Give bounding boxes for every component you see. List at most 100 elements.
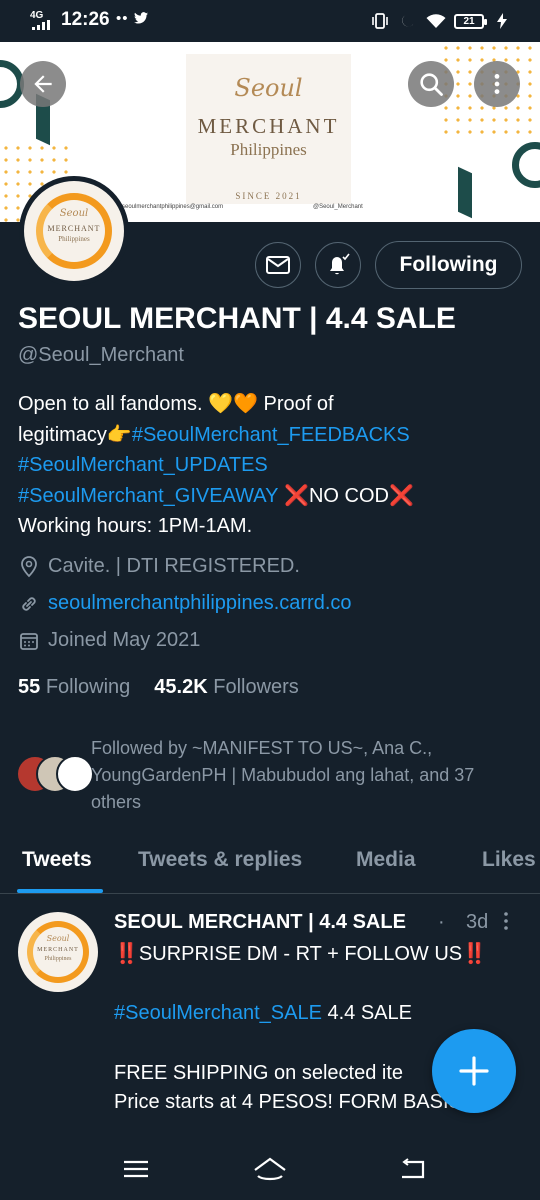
avatar-brand-sub: Philippines bbox=[44, 956, 72, 962]
bio-text: legitimacy bbox=[18, 423, 107, 446]
followed-by[interactable]: Followed by ~MANIFEST TO US~, Ana C., Yo… bbox=[14, 735, 534, 815]
bio-line-5: Working hours: 1PM-1AM. bbox=[18, 515, 253, 537]
message-button[interactable] bbox=[255, 242, 301, 288]
bell-check-icon bbox=[330, 253, 350, 275]
double-exclamation-emoji: ‼️ bbox=[114, 943, 139, 965]
heart-emoji: 💛🧡 bbox=[208, 393, 258, 415]
hashtag-giveaway[interactable]: #SeoulMerchant_GIVEAWAY bbox=[18, 485, 279, 507]
tweet-line-4: Price starts at 4 PESOS! FORM BASIS bbox=[114, 1091, 462, 1113]
link-icon bbox=[18, 593, 40, 615]
tab-likes[interactable]: Likes bbox=[482, 848, 536, 872]
compose-tweet-button[interactable] bbox=[432, 1029, 516, 1113]
following-stat[interactable]: 55 Following bbox=[18, 676, 130, 699]
bio-line-4: #SeoulMerchant_GIVEAWAY ❌NO COD❌ bbox=[18, 481, 518, 512]
home-button[interactable] bbox=[250, 1151, 290, 1187]
menu-icon bbox=[124, 1160, 148, 1178]
banner-brand-sub: Philippines bbox=[230, 140, 307, 159]
home-icon bbox=[254, 1157, 286, 1181]
banner-logo: Seoul MERCHANT Philippines SINCE 2021 bbox=[186, 54, 351, 204]
twitter-bird-icon bbox=[133, 12, 148, 24]
mail-icon bbox=[266, 256, 290, 274]
tweet-separator: · bbox=[438, 911, 445, 933]
avatar-brand-main: MERCHANT bbox=[47, 224, 101, 233]
tweet-line-3: FREE SHIPPING on selected ite bbox=[114, 1062, 404, 1084]
followed-by-text: Followed by ~MANIFEST TO US~, Ana C., Yo… bbox=[91, 738, 475, 812]
profile-handle: @Seoul_Merchant bbox=[18, 344, 184, 366]
tweet-text: SURPRISE DM - RT + FOLLOW US bbox=[138, 943, 463, 965]
notification-icons: •• bbox=[116, 10, 148, 27]
charging-icon bbox=[492, 11, 512, 31]
profile-tabs: Tweets Tweets & replies Media Likes bbox=[0, 838, 540, 894]
status-time: 12:26 bbox=[61, 9, 110, 30]
status-bar: 4G 12:26 •• 21 bbox=[0, 0, 540, 42]
follower-avatar bbox=[56, 755, 94, 793]
battery-icon: 21 bbox=[454, 13, 487, 29]
banner-handle: @Seoul_Merchant bbox=[313, 204, 363, 210]
back-nav-button[interactable] bbox=[392, 1151, 432, 1187]
tab-tweets-replies[interactable]: Tweets & replies bbox=[138, 848, 302, 872]
following-label: Following bbox=[45, 676, 131, 698]
banner-brand-script: Seoul bbox=[234, 74, 303, 102]
hashtag-feedbacks[interactable]: #SeoulMerchant_FEEDBACKS bbox=[132, 424, 410, 446]
followers-label: Followers bbox=[213, 676, 299, 698]
profile-joined: Joined May 2021 bbox=[18, 629, 200, 652]
more-vertical-icon bbox=[504, 912, 508, 930]
system-nav-bar bbox=[0, 1135, 540, 1200]
more-options-button[interactable] bbox=[474, 61, 520, 107]
hashtag-sale[interactable]: #SeoulMerchant_SALE bbox=[114, 1002, 322, 1024]
active-tab-indicator bbox=[17, 889, 103, 893]
tweet-line-1: ‼️SURPRISE DM - RT + FOLLOW US‼️ bbox=[114, 941, 487, 966]
profile-stats: 55 Following 45.2K Followers bbox=[18, 676, 299, 699]
wifi-icon bbox=[426, 11, 446, 31]
tweet-more-button[interactable] bbox=[502, 911, 510, 937]
tab-media[interactable]: Media bbox=[356, 848, 416, 872]
profile-location: Cavite. | DTI REGISTERED. bbox=[18, 555, 300, 578]
tweet-time: 3d bbox=[466, 911, 489, 933]
tweet-line-2: #SeoulMerchant_SALE 4.4 SALE bbox=[114, 1002, 412, 1025]
arrow-left-icon bbox=[34, 75, 52, 93]
bio-text: Proof of bbox=[257, 393, 334, 415]
moon-icon bbox=[398, 11, 418, 31]
plus-icon bbox=[459, 1056, 489, 1086]
notification-dots: •• bbox=[116, 10, 129, 27]
calendar-icon bbox=[18, 630, 40, 652]
website-link[interactable]: seoulmerchantphilippines.carrd.co bbox=[48, 592, 352, 615]
avatar-brand-main: MERCHANT bbox=[37, 947, 79, 953]
profile-website[interactable]: seoulmerchantphilippines.carrd.co bbox=[18, 592, 352, 615]
hashtag-updates[interactable]: #SeoulMerchant_UPDATES bbox=[18, 454, 268, 476]
banner-brand-main: MERCHANT bbox=[197, 114, 340, 138]
bio-line-1: Open to all fandoms. 💛🧡 Proof of bbox=[18, 389, 518, 420]
joined-text: Joined May 2021 bbox=[48, 629, 201, 651]
profile-avatar[interactable]: Seoul MERCHANT Philippines bbox=[19, 176, 129, 286]
banner-since: SINCE 2021 bbox=[235, 191, 302, 201]
recent-apps-button[interactable] bbox=[116, 1151, 156, 1187]
tweet-author-name[interactable]: SEOUL MERCHANT | 4.4 SALE bbox=[114, 911, 436, 934]
followers-count: 45.2K bbox=[154, 676, 208, 698]
avatar-brand-script: Seoul bbox=[59, 208, 89, 219]
more-vertical-icon bbox=[494, 74, 500, 94]
tab-tweets[interactable]: Tweets bbox=[22, 848, 92, 872]
tweet-avatar[interactable]: Seoul MERCHANT Philippines bbox=[18, 912, 98, 992]
profile-bio: Open to all fandoms. 💛🧡 Proof of legitim… bbox=[18, 389, 518, 542]
pointing-emoji: 👉 bbox=[106, 423, 132, 446]
bio-text: Open to all fandoms. bbox=[18, 393, 209, 415]
location-text: Cavite. | DTI REGISTERED. bbox=[48, 555, 300, 577]
back-button[interactable] bbox=[20, 61, 66, 107]
following-count: 55 bbox=[18, 676, 41, 698]
double-exclamation-emoji: ‼️ bbox=[462, 943, 488, 965]
location-pin-icon bbox=[18, 555, 40, 578]
bio-line-3: #SeoulMerchant_UPDATES bbox=[18, 450, 518, 481]
avatar-brand-script: Seoul bbox=[46, 934, 70, 943]
bio-line-2: legitimacy👉#SeoulMerchant_FEEDBACKS bbox=[18, 420, 518, 451]
cross-mark-emoji: ❌ bbox=[278, 484, 309, 507]
following-button[interactable]: Following bbox=[375, 241, 522, 289]
notify-button[interactable] bbox=[315, 242, 361, 288]
followers-stat[interactable]: 45.2K Followers bbox=[154, 676, 299, 699]
banner-bar-right bbox=[458, 166, 472, 219]
banner-ring-right bbox=[512, 142, 540, 188]
profile-name: SEOUL MERCHANT | 4.4 SALE bbox=[18, 302, 456, 335]
banner-email: seoulmerchantphilippines@gmail.com bbox=[122, 204, 224, 210]
cross-mark-emoji: ❌ bbox=[388, 484, 414, 507]
tweet-text: 4.4 SALE bbox=[321, 1002, 412, 1024]
search-button[interactable] bbox=[408, 61, 454, 107]
